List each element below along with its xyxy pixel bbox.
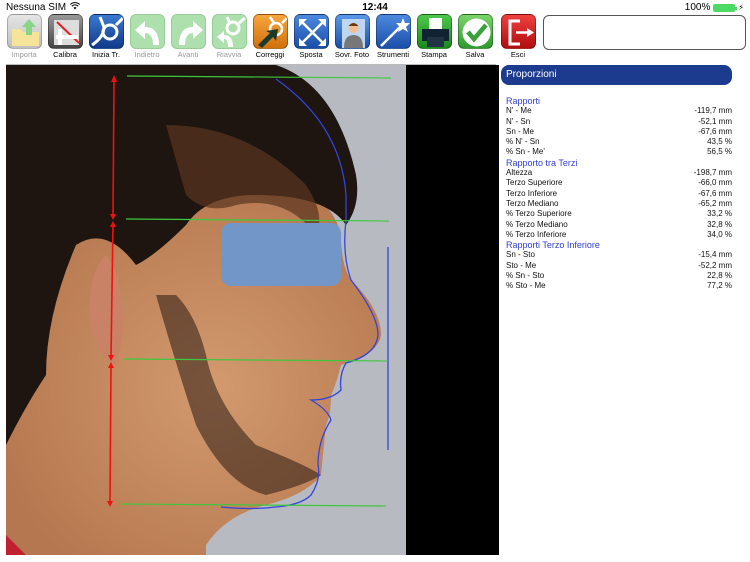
sovr-foto-button[interactable]: Sovr. Foto <box>332 14 372 62</box>
undo-arrow-icon <box>129 14 165 49</box>
move-arrows-icon <box>293 14 329 49</box>
table-row: N' - Me -119,7 mm <box>506 106 732 116</box>
row-label: Terzo Mediano <box>506 198 559 208</box>
strumenti-button[interactable]: Strumenti <box>373 14 413 62</box>
table-row: % Sto - Me 77,2 % <box>506 281 732 291</box>
row-value: 33,2 % <box>707 209 732 219</box>
printer-icon <box>416 14 452 49</box>
row-label: % Terzo Mediano <box>506 219 568 229</box>
battery-icon <box>713 3 738 12</box>
status-bar: Nessuna SIM 12:44 100% ⚡ <box>0 0 750 14</box>
row-label: N' - Sn <box>506 116 531 126</box>
row-label: Sn - Me <box>506 126 535 136</box>
table-row: % Terzo Superiore 33,2 % <box>506 209 732 219</box>
row-value: -119,7 mm <box>694 106 732 116</box>
table-row: Terzo Inferiore -67,6 mm <box>506 189 732 199</box>
avanti-button[interactable]: Avanti <box>168 14 208 62</box>
section-title-rapporti: Rapporti <box>506 96 541 106</box>
esci-button[interactable]: Esci <box>498 14 538 62</box>
correggi-button[interactable]: Correggi <box>250 14 290 62</box>
profile-photo <box>6 65 406 555</box>
table-row: % Sn - Me' 56,5 % <box>506 147 732 157</box>
row-label: Sto - Me <box>506 260 537 270</box>
row-value: 43,5 % <box>707 137 732 147</box>
correct-cursor-icon <box>252 14 288 49</box>
patient-photo-canvas[interactable] <box>6 65 406 555</box>
row-value: -65,2 mm <box>698 198 732 208</box>
calibra-button[interactable]: Calibra <box>45 14 85 62</box>
table-row: N' - Sn -52,1 mm <box>506 117 732 127</box>
row-value: -67,6 mm <box>698 188 732 198</box>
section-title-terzi: Rapporto tra Terzi <box>506 157 578 168</box>
photo-overlay-icon <box>334 14 370 49</box>
row-value: -52,2 mm <box>698 260 732 270</box>
row-label: % Sn - Me' <box>506 147 545 157</box>
proportions-list: Rapporti N' - Me -119,7 mm N' - Sn -52,1 m… <box>506 96 732 292</box>
stampa-button[interactable]: Stampa <box>414 14 454 62</box>
table-row: Sn - Sto -15,4 mm <box>506 250 732 260</box>
row-value: 22,8 % <box>707 271 732 281</box>
row-label: % N' - Sn <box>506 137 540 147</box>
indietro-button[interactable]: Indietro <box>127 14 167 62</box>
charging-icon: ⚡ <box>738 3 744 12</box>
row-label: % Terzo Inferiore <box>506 229 567 239</box>
row-value: -15,4 mm <box>698 250 732 260</box>
row-value: 56,5 % <box>707 147 732 157</box>
table-row: Altezza -198,7 mm <box>506 168 732 178</box>
magic-wand-icon <box>375 14 411 49</box>
row-label: % Sn - Sto <box>506 271 545 281</box>
table-row: % Terzo Mediano 32,8 % <box>506 220 732 230</box>
row-value: -52,1 mm <box>698 116 732 126</box>
inizia-tr-button[interactable]: Inizia Tr. <box>86 14 126 62</box>
row-value: -67,6 mm <box>698 126 732 136</box>
row-value: -66,0 mm <box>698 178 732 188</box>
checkmark-save-icon <box>457 14 493 49</box>
row-label: Terzo Superiore <box>506 178 563 188</box>
table-row: Terzo Mediano -65,2 mm <box>506 199 732 209</box>
table-row: Sto - Me -52,2 mm <box>506 261 732 271</box>
row-value: 32,8 % <box>707 219 732 229</box>
row-label: Altezza <box>506 168 533 178</box>
row-label: N' - Me <box>506 106 532 116</box>
exit-door-icon <box>500 14 536 49</box>
eye-privacy-mask <box>221 223 341 286</box>
table-row: % Terzo Inferiore 34,0 % <box>506 230 732 240</box>
photo-background-area <box>406 65 499 555</box>
row-value: -198,7 mm <box>693 168 732 178</box>
table-row: Terzo Superiore -66,0 mm <box>506 178 732 188</box>
table-row: % Sn - Sto 22,8 % <box>506 271 732 281</box>
section-title-terzo-inferiore: Rapporti Terzo Inferiore <box>506 240 600 251</box>
notes-text-field[interactable] <box>543 15 746 50</box>
proportions-panel: Proporzioni Rapporti N' - Me -119,7 mm N'… <box>500 65 750 562</box>
table-row: Sn - Me -67,6 mm <box>506 127 732 137</box>
row-value: 34,0 % <box>707 229 732 239</box>
battery-percent: 100% <box>684 2 711 13</box>
sposta-button[interactable]: Sposta <box>291 14 331 62</box>
restart-icon <box>211 14 247 49</box>
folder-import-icon <box>6 14 42 49</box>
panel-title: Proporzioni <box>501 65 732 85</box>
row-value: 77,2 % <box>707 281 732 291</box>
start-trace-icon <box>88 14 124 49</box>
importa-button[interactable]: Importa <box>4 14 44 62</box>
row-label: Terzo Inferiore <box>506 188 558 198</box>
riavvia-button[interactable]: Riavvia <box>209 14 249 62</box>
clock: 12:44 <box>362 2 388 13</box>
table-row: % N' - Sn 43,5 % <box>506 137 732 147</box>
ruler-calibrate-icon <box>47 14 83 49</box>
row-label: Sn - Sto <box>506 250 535 260</box>
salva-button[interactable]: Salva <box>455 14 495 62</box>
redo-arrow-icon <box>170 14 206 49</box>
row-label: % Sto - Me <box>506 281 546 291</box>
row-label: % Terzo Superiore <box>506 209 572 219</box>
